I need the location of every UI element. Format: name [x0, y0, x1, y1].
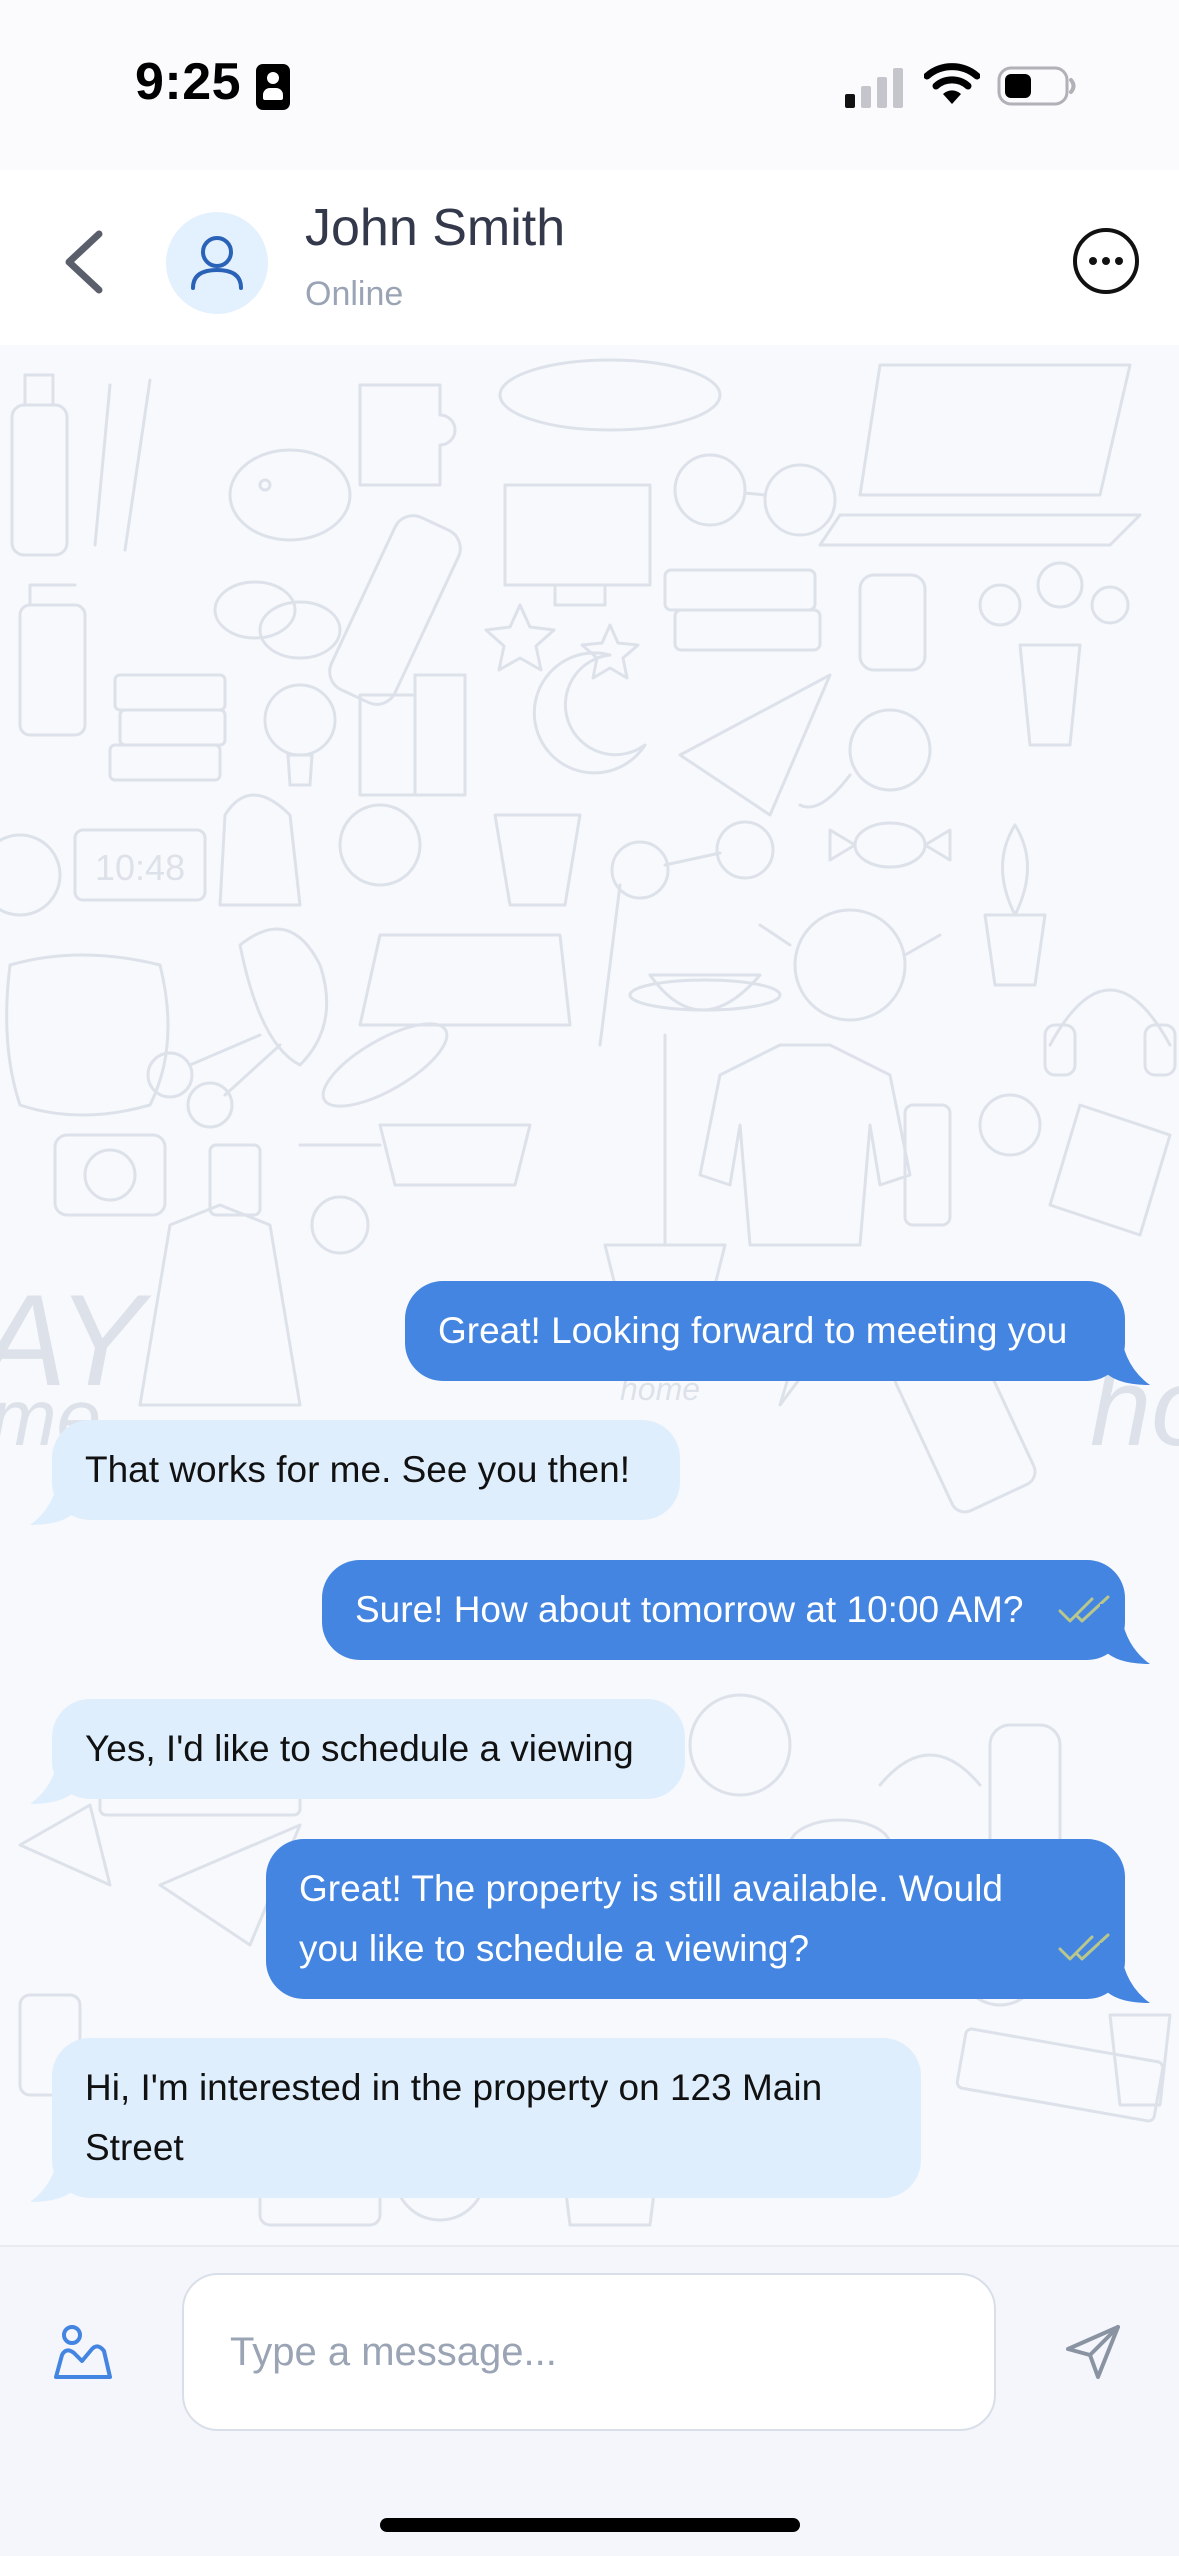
message-text: Yes, I'd like to schedule a viewing: [85, 1728, 634, 1769]
battery-icon: [997, 66, 1076, 106]
focus-mode-icon: [256, 64, 290, 110]
wifi-icon: [924, 63, 980, 104]
image-icon: [54, 2325, 112, 2379]
message-input[interactable]: [182, 2273, 996, 2431]
bubble-tail: [30, 1744, 80, 1804]
bubble-tail: [1100, 1943, 1150, 2003]
more-horizontal-icon: [1073, 228, 1139, 294]
contact-status: Online: [305, 275, 404, 313]
svg-text:10:48: 10:48: [95, 847, 185, 888]
bubble-tail: [1100, 1604, 1150, 1664]
avatar[interactable]: [166, 212, 268, 314]
back-button[interactable]: [55, 222, 115, 302]
message-bubble-incoming[interactable]: That works for me. See you then!: [52, 1420, 680, 1520]
message-list[interactable]: 10:48 AY me ho home Great! Looking forwa…: [0, 345, 1179, 2245]
bubble-tail: [30, 2142, 80, 2202]
message-bubble-incoming[interactable]: Yes, I'd like to schedule a viewing: [52, 1699, 685, 1799]
status-bar: 9:25: [0, 0, 1179, 170]
message-bubble-incoming[interactable]: Hi, I'm interested in the property on 12…: [52, 2038, 921, 2198]
home-indicator[interactable]: [380, 2518, 800, 2532]
user-icon: [191, 236, 243, 290]
message-composer: [0, 2245, 1179, 2556]
more-options-button[interactable]: [1070, 225, 1142, 297]
signal-icon: [845, 66, 903, 108]
chevron-left-icon: [65, 230, 103, 294]
bubble-tail: [30, 1465, 80, 1525]
message-text: Hi, I'm interested in the property on 12…: [85, 2067, 823, 2168]
message-bubble-outgoing[interactable]: Sure! How about tomorrow at 10:00 AM?: [322, 1560, 1125, 1660]
chat-header: John Smith Online: [0, 170, 1179, 345]
send-icon: [1066, 2325, 1120, 2379]
message-bubble-outgoing[interactable]: Great! Looking forward to meeting you: [405, 1281, 1125, 1381]
contact-name: John Smith: [305, 199, 566, 257]
attach-image-button[interactable]: [52, 2321, 114, 2383]
status-time: 9:25: [135, 53, 242, 111]
message-text: That works for me. See you then!: [85, 1449, 630, 1490]
message-text: Sure! How about tomorrow at 10:00 AM?: [355, 1589, 1024, 1630]
send-button[interactable]: [1062, 2321, 1124, 2383]
message-text: Great! Looking forward to meeting you: [438, 1310, 1068, 1351]
message-text: Great! The property is still available. …: [299, 1868, 1004, 1969]
bubble-tail: [1100, 1325, 1150, 1385]
message-bubble-outgoing[interactable]: Great! The property is still available. …: [266, 1839, 1125, 1999]
